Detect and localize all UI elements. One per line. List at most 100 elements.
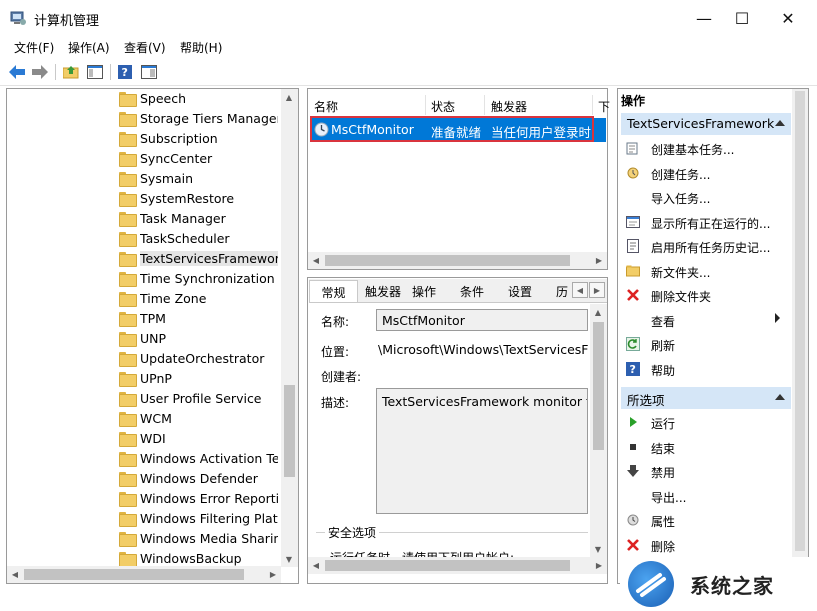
tree-item[interactable]: Sysmain: [0, 169, 278, 189]
tree-item[interactable]: UNP: [0, 329, 278, 349]
scroll-right-icon[interactable]: ▶: [265, 566, 281, 582]
name-field[interactable]: MsCtfMonitor: [376, 309, 588, 331]
details-scroll-up-icon[interactable]: ▲: [590, 304, 606, 320]
help-toolbar-button[interactable]: ?: [115, 62, 135, 82]
tree-item[interactable]: Speech: [0, 89, 278, 109]
list-horizontal-scrollbar[interactable]: ◀ ▶: [308, 252, 607, 269]
scroll-down-icon[interactable]: ▼: [281, 551, 297, 567]
action-item[interactable]: 删除文件夹: [622, 285, 792, 307]
scroll-left-icon[interactable]: ◀: [7, 566, 23, 582]
action-item[interactable]: ? 帮助: [622, 359, 792, 381]
action-item[interactable]: 导出...: [622, 486, 792, 508]
actions-section-selected[interactable]: 所选项: [621, 387, 791, 409]
details-scroll-down-icon[interactable]: ▼: [590, 541, 606, 557]
tree-hscroll-thumb[interactable]: [24, 569, 244, 580]
details-scroll-right-icon[interactable]: ▶: [591, 557, 607, 573]
action-item[interactable]: 启用所有任务历史记...: [622, 236, 792, 258]
tab-history[interactable]: 历: [551, 280, 573, 302]
action-item[interactable]: 运行: [622, 412, 792, 434]
tree-vertical-scrollbar[interactable]: ▲ ▼: [281, 89, 298, 567]
scroll-up-icon[interactable]: ▲: [281, 89, 297, 105]
tree-item[interactable]: UPnP: [0, 369, 278, 389]
tree-scroll-thumb[interactable]: [284, 385, 295, 477]
details-horizontal-scrollbar[interactable]: ◀ ▶: [308, 557, 607, 574]
action-item[interactable]: 属性: [622, 510, 792, 532]
tree-item[interactable]: Windows Error Reportin: [0, 489, 278, 509]
tree-item[interactable]: Windows Defender: [0, 469, 278, 489]
details-hscroll-thumb[interactable]: [325, 560, 570, 571]
details-scroll-left-icon[interactable]: ◀: [308, 557, 324, 573]
menu-help[interactable]: 帮助(H): [180, 39, 222, 56]
tree-item[interactable]: Windows Filtering Platfo: [0, 509, 278, 529]
tree-item[interactable]: SystemRestore: [0, 189, 278, 209]
action-item[interactable]: 禁用: [622, 461, 792, 483]
action-item[interactable]: 导入任务...: [622, 187, 792, 209]
tab-scroll-left-icon[interactable]: ◀: [572, 282, 588, 298]
action-item[interactable]: 创建任务...: [622, 163, 792, 185]
tree-item[interactable]: Time Synchronization: [0, 269, 278, 289]
tree-item[interactable]: Windows Media Sharin: [0, 529, 278, 549]
description-field[interactable]: TextServicesFramework monitor tas: [376, 388, 588, 514]
tree-item[interactable]: WDI: [0, 429, 278, 449]
folder-icon: [119, 332, 137, 347]
tree-item[interactable]: Subscription: [0, 129, 278, 149]
tree-item[interactable]: TaskScheduler: [0, 229, 278, 249]
tab-conditions[interactable]: 条件: [455, 280, 489, 302]
disable-icon: [626, 464, 640, 478]
folder-icon: [119, 532, 137, 547]
details-vertical-scrollbar[interactable]: ▲ ▼: [590, 304, 607, 557]
show-action-pane-button[interactable]: [139, 62, 159, 82]
collapse-icon[interactable]: [775, 394, 785, 400]
show-tree-button[interactable]: [85, 62, 105, 82]
actions-vertical-scrollbar[interactable]: [792, 89, 808, 583]
column-trigger[interactable]: 触发器: [491, 98, 527, 115]
tab-triggers[interactable]: 触发器: [361, 280, 405, 302]
list-scroll-right-icon[interactable]: ▶: [591, 252, 607, 268]
action-item[interactable]: 查看: [622, 310, 792, 332]
column-status[interactable]: 状态: [431, 98, 455, 115]
tree-item[interactable]: WCM: [0, 409, 278, 429]
details-scroll-thumb[interactable]: [593, 322, 604, 450]
tree-item[interactable]: Windows Activation Tec: [0, 449, 278, 469]
folder-icon: [119, 252, 137, 267]
tree-horizontal-scrollbar[interactable]: ◀ ▶: [7, 566, 281, 583]
wand-icon: [626, 141, 640, 155]
tab-settings[interactable]: 设置: [503, 280, 537, 302]
tree-item[interactable]: Time Zone: [0, 289, 278, 309]
menu-action[interactable]: 操作(A): [68, 39, 110, 56]
up-folder-button[interactable]: [61, 62, 81, 82]
computer-management-icon: [10, 11, 26, 25]
tree-item-label: SystemRestore: [140, 191, 235, 206]
menu-file[interactable]: 文件(F): [14, 39, 54, 56]
forward-button[interactable]: [30, 62, 50, 82]
maximize-button[interactable]: ☐: [719, 0, 765, 36]
tree-item[interactable]: Storage Tiers Managem: [0, 109, 278, 129]
action-item[interactable]: 显示所有正在运行的...: [622, 212, 792, 234]
tab-actions[interactable]: 操作: [407, 280, 441, 302]
tree-item[interactable]: SyncCenter: [0, 149, 278, 169]
tab-scroll-right-icon[interactable]: ▶: [589, 282, 605, 298]
tree-item[interactable]: UpdateOrchestrator: [0, 349, 278, 369]
tree-item[interactable]: Task Manager: [0, 209, 278, 229]
action-item[interactable]: 新文件夹...: [622, 261, 792, 283]
actions-scroll-thumb[interactable]: [795, 91, 805, 551]
actions-section-folder[interactable]: TextServicesFramework: [621, 113, 791, 135]
column-name[interactable]: 名称: [314, 98, 338, 115]
folder-icon: [119, 312, 137, 327]
tree-item[interactable]: TextServicesFramework: [0, 249, 278, 269]
collapse-icon[interactable]: [775, 120, 785, 126]
tree-item[interactable]: TPM: [0, 309, 278, 329]
menu-view[interactable]: 查看(V): [124, 39, 166, 56]
column-next[interactable]: 下: [598, 98, 610, 115]
forward-arrow-icon: [32, 65, 48, 79]
close-button[interactable]: ✕: [765, 0, 811, 36]
action-item[interactable]: 刷新: [622, 334, 792, 356]
tab-general[interactable]: 常规: [309, 280, 358, 302]
action-item[interactable]: 删除: [622, 535, 792, 557]
action-item[interactable]: 创建基本任务...: [622, 138, 792, 160]
back-button[interactable]: [7, 62, 27, 82]
list-scroll-left-icon[interactable]: ◀: [308, 252, 324, 268]
tree-item[interactable]: User Profile Service: [0, 389, 278, 409]
action-item[interactable]: 结束: [622, 437, 792, 459]
list-hscroll-thumb[interactable]: [325, 255, 570, 266]
